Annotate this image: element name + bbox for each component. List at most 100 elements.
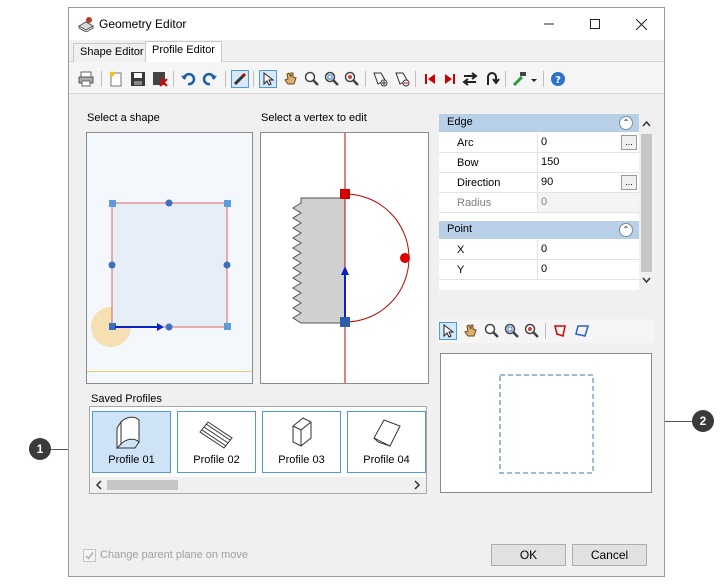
redo-button[interactable] <box>201 70 219 88</box>
hand-icon <box>284 72 297 85</box>
toolbar-separator <box>173 71 174 87</box>
preview-zoom-button[interactable] <box>483 322 501 340</box>
select-vertex-caption: Select a vertex to edit <box>261 112 367 124</box>
redo-icon <box>202 72 217 86</box>
vertex-drawing <box>292 133 410 383</box>
undo-button[interactable] <box>179 70 197 88</box>
close-button[interactable] <box>618 8 664 40</box>
toolbar-separator <box>253 71 254 87</box>
geometry-editor-window: Geometry Editor Shape Editor Profile Edi… <box>68 7 665 577</box>
change-parent-plane-checkbox[interactable] <box>83 549 96 562</box>
preview-zoom-fit-button[interactable] <box>503 322 521 340</box>
print-button[interactable] <box>77 70 95 88</box>
edge-category[interactable]: Edge ⌃ <box>439 114 639 132</box>
printer-icon <box>78 71 94 87</box>
scroll-right-icon[interactable] <box>410 477 424 493</box>
property-name: Radius <box>457 197 492 209</box>
profile-01-icon <box>116 416 140 450</box>
zoom-icon <box>304 71 319 86</box>
point-category[interactable]: Point ⌃ <box>439 221 639 239</box>
profile-item-04[interactable]: Profile 04 <box>347 411 426 473</box>
profiles-scrollbar[interactable] <box>90 477 426 493</box>
radius-value: 0 <box>537 193 639 212</box>
profile-preview[interactable] <box>440 353 652 493</box>
tab-strip: Shape Editor Profile Editor <box>69 40 664 63</box>
zoom-fit-icon <box>324 71 339 86</box>
tab-shape-editor[interactable]: Shape Editor <box>73 43 151 62</box>
delete-button[interactable] <box>151 70 169 88</box>
flip-button[interactable] <box>483 70 501 88</box>
property-scrollbar[interactable] <box>639 114 654 290</box>
scroll-thumb[interactable] <box>107 480 178 490</box>
property-row-direction[interactable]: Direction 90 ... <box>439 173 639 193</box>
maximize-button[interactable] <box>572 8 618 40</box>
preview-shape-blue-button[interactable] <box>573 322 591 340</box>
zoom-icon <box>484 323 499 338</box>
remove-vertex-button[interactable] <box>393 70 411 88</box>
preview-zoom-extents-button[interactable] <box>523 322 541 340</box>
property-row-bow[interactable]: Bow 150 <box>439 153 639 173</box>
property-row-arc[interactable]: Arc 0 ... <box>439 133 639 153</box>
first-vertex-button[interactable] <box>421 70 439 88</box>
last-vertex-button[interactable] <box>441 70 459 88</box>
geometry-app-icon <box>77 17 95 32</box>
tab-profile-editor[interactable]: Profile Editor <box>145 41 222 63</box>
x-value[interactable]: 0 <box>537 240 639 259</box>
vertex-canvas[interactable] <box>260 132 429 384</box>
preview-shape-red-button[interactable] <box>551 322 569 340</box>
zoom-fit-button[interactable] <box>323 70 341 88</box>
scroll-left-icon[interactable] <box>92 477 106 493</box>
cancel-button[interactable]: Cancel <box>572 544 647 566</box>
title-bar[interactable]: Geometry Editor <box>69 8 664 40</box>
toolbar-separator <box>505 71 506 87</box>
property-row-x[interactable]: X 0 <box>439 240 639 260</box>
bow-value[interactable]: 150 <box>537 153 639 172</box>
profile-label: Profile 02 <box>193 454 240 466</box>
property-grid: Edge ⌃ Arc 0 ... Bow 150 Direction 90 ..… <box>439 114 654 290</box>
delete-icon <box>153 72 168 87</box>
profile-item-01[interactable]: Profile 01 <box>92 411 171 473</box>
y-value[interactable]: 0 <box>537 260 639 279</box>
toolbar-separator <box>545 323 546 339</box>
saved-profiles-caption: Saved Profiles <box>91 393 162 405</box>
preview-select-button[interactable] <box>439 322 457 340</box>
reverse-button[interactable] <box>461 70 479 88</box>
profile-item-02[interactable]: Profile 02 <box>177 411 256 473</box>
profile-label: Profile 01 <box>108 454 155 466</box>
preview-pan-button[interactable] <box>461 322 479 340</box>
pencil-icon <box>233 72 247 86</box>
shape-outline-icon <box>575 325 590 337</box>
scroll-thumb[interactable] <box>641 134 652 272</box>
shape-drawing <box>87 199 252 372</box>
minimize-button[interactable] <box>526 8 572 40</box>
maximize-icon <box>590 19 600 29</box>
arc-ellipsis-button[interactable]: ... <box>621 135 637 150</box>
dxf-import-button[interactable] <box>511 70 537 88</box>
window-title: Geometry Editor <box>99 17 187 31</box>
profile-item-03[interactable]: Profile 03 <box>262 411 341 473</box>
zoom-extents-button[interactable] <box>343 70 361 88</box>
help-button[interactable]: ? <box>549 70 567 88</box>
property-row-radius[interactable]: Radius 0 <box>439 193 639 213</box>
select-tool-button[interactable] <box>259 70 277 88</box>
add-vertex-button[interactable] <box>371 70 389 88</box>
ok-button[interactable]: OK <box>491 544 566 566</box>
pan-tool-button[interactable] <box>281 70 299 88</box>
scroll-down-icon[interactable] <box>639 272 654 288</box>
hand-icon <box>464 324 477 337</box>
toolbar-separator <box>415 71 416 87</box>
collapse-up-icon[interactable]: ⌃ <box>619 116 633 130</box>
skip-first-icon <box>425 74 435 84</box>
add-vertex-icon <box>373 72 388 87</box>
skip-last-icon <box>445 74 455 84</box>
zoom-button[interactable] <box>303 70 321 88</box>
new-button[interactable] <box>107 70 125 88</box>
collapse-up-icon[interactable]: ⌃ <box>619 223 633 237</box>
save-button[interactable] <box>129 70 147 88</box>
scroll-up-icon[interactable] <box>639 116 654 132</box>
edit-vertex-button[interactable] <box>231 70 249 88</box>
property-row-y[interactable]: Y 0 <box>439 260 639 280</box>
shape-canvas[interactable] <box>86 132 253 384</box>
direction-ellipsis-button[interactable]: ... <box>621 175 637 190</box>
new-file-icon <box>109 71 122 87</box>
